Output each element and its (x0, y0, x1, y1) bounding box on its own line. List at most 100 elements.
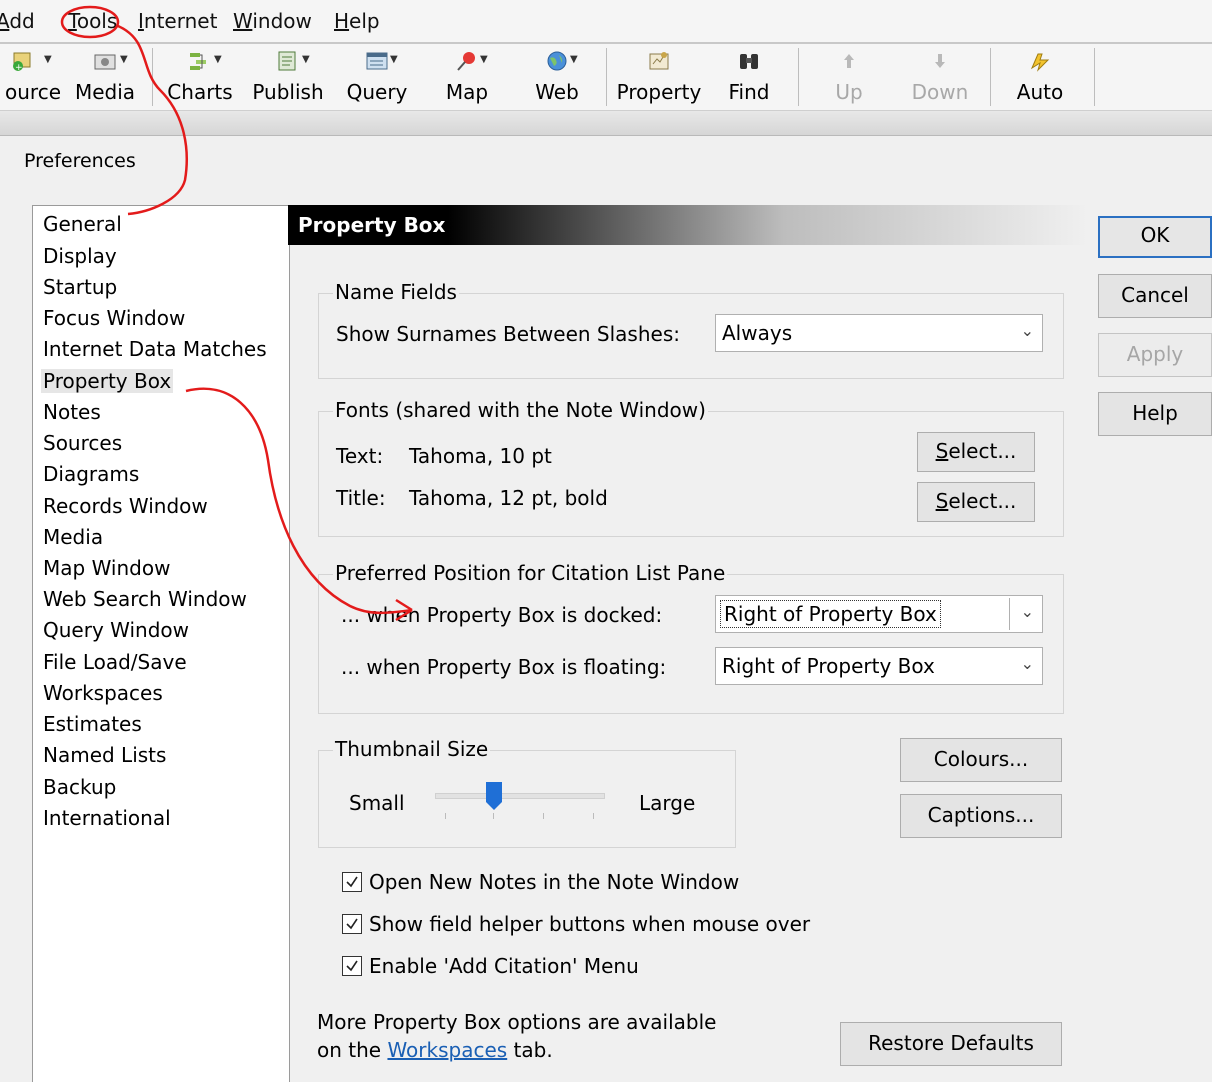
toolbar-media-button[interactable]: ▼ Media (72, 44, 138, 110)
slider-tick (445, 813, 446, 819)
source-icon: + (13, 52, 31, 72)
show-surnames-value: Always (722, 321, 793, 345)
nav-item-backup[interactable]: Backup (43, 775, 116, 799)
dialog-title: Preferences (24, 150, 136, 172)
menu-help-mnemonic: H (334, 9, 350, 33)
menu-window-label: indow (252, 9, 312, 33)
ok-button[interactable]: OK (1098, 216, 1212, 258)
query-icon (366, 52, 388, 70)
toolbar-map-button[interactable]: ▼ Map (432, 44, 502, 110)
menu-tools[interactable]: Tools (68, 9, 117, 33)
nav-item-media[interactable]: Media (43, 525, 103, 549)
menu-add-label: dd (9, 9, 35, 33)
toolbar-find-button[interactable]: Find (716, 44, 782, 110)
field-helper-checkbox[interactable] (342, 914, 362, 934)
toolbar-bottom-band (0, 110, 1212, 136)
toolbar-query-label: Query (346, 80, 408, 104)
auto-icon (1030, 53, 1050, 72)
toolbar-down-button[interactable]: Down (900, 44, 980, 110)
nav-item-web-search-window[interactable]: Web Search Window (43, 587, 247, 611)
slider-tick (493, 813, 494, 819)
docked-position-value: Right of Property Box (720, 600, 941, 628)
menu-bar: Add Tools Internet Window Help (0, 0, 1212, 44)
preferences-category-list[interactable]: General Display Startup Focus Window Int… (32, 205, 290, 1082)
toolbar-property-button[interactable]: Property (614, 44, 704, 110)
field-helper-checkbox-row[interactable]: Show field helper buttons when mouse ove… (342, 912, 842, 940)
name-fields-group: Name Fields Show Surnames Between Slashe… (318, 280, 1064, 379)
binoculars-icon (740, 54, 758, 69)
docked-position-select[interactable]: Right of Property Box ⌄ (715, 595, 1043, 633)
nav-item-workspaces[interactable]: Workspaces (43, 681, 163, 705)
nav-item-notes[interactable]: Notes (43, 400, 101, 424)
toolbar-auto-button[interactable]: Auto (1004, 44, 1076, 110)
toolbar-up-button[interactable]: Up (816, 44, 882, 110)
chevron-down-icon: ⌄ (1020, 602, 1034, 621)
menu-help[interactable]: Help (334, 9, 380, 33)
toolbar-separator (606, 48, 607, 106)
workspaces-link[interactable]: Workspaces (387, 1038, 507, 1062)
publish-icon (278, 51, 296, 71)
menu-internet[interactable]: Internet (138, 9, 217, 33)
toolbar-source-button[interactable]: + ▼ ource (0, 44, 66, 110)
menu-add-mnemonic: A (0, 9, 10, 33)
add-citation-checkbox-row[interactable]: Enable 'Add Citation' Menu (342, 954, 762, 982)
toolbar-separator (1094, 48, 1095, 106)
checkmark-icon (346, 918, 358, 930)
select-title-font-mnemonic: S (935, 489, 949, 513)
cancel-button[interactable]: Cancel (1098, 274, 1212, 318)
apply-button[interactable]: Apply (1098, 333, 1212, 377)
menu-tools-label: ools (76, 9, 118, 33)
fonts-group: Fonts (shared with the Note Window) Text… (318, 398, 1064, 537)
restore-defaults-button[interactable]: Restore Defaults (840, 1022, 1062, 1066)
toolbar-publish-label: Publish (252, 80, 324, 104)
nav-item-named-lists[interactable]: Named Lists (43, 743, 166, 767)
nav-item-file-load-save[interactable]: File Load/Save (43, 650, 187, 674)
toolbar-charts-label: Charts (167, 80, 233, 104)
thumbnail-size-slider[interactable] (435, 782, 605, 823)
nav-item-property-box[interactable]: Property Box (41, 369, 174, 393)
menu-window[interactable]: Window (233, 9, 312, 33)
select-title-font-button[interactable]: Select... (917, 482, 1035, 522)
nav-item-startup[interactable]: Startup (43, 275, 117, 299)
nav-item-sources[interactable]: Sources (43, 431, 122, 455)
nav-item-records-window[interactable]: Records Window (43, 494, 208, 518)
nav-item-query-window[interactable]: Query Window (43, 618, 189, 642)
toolbar-web-label: Web (535, 80, 579, 104)
captions-button[interactable]: Captions... (900, 794, 1062, 838)
toolbar-query-button[interactable]: ▼ Query (340, 44, 414, 110)
nav-item-display[interactable]: Display (43, 244, 117, 268)
slider-thumb[interactable] (485, 781, 503, 811)
toolbar-web-button[interactable]: ▼ Web (522, 44, 592, 110)
toolbar-media-label: Media (74, 80, 136, 104)
footer-info-prefix: on the (317, 1038, 388, 1062)
toolbar-property-label: Property (616, 80, 702, 104)
menu-add[interactable]: Add (0, 9, 35, 33)
show-surnames-label: Show Surnames Between Slashes: (336, 322, 680, 346)
nav-item-international[interactable]: International (43, 806, 171, 830)
nav-item-map-window[interactable]: Map Window (43, 556, 170, 580)
up-arrow-icon (844, 54, 854, 68)
nav-item-focus-window[interactable]: Focus Window (43, 306, 185, 330)
select-text-font-button[interactable]: Select... (917, 432, 1035, 472)
colours-button[interactable]: Colours... (900, 738, 1062, 782)
select-title-font-label: elect... (948, 489, 1017, 513)
nav-item-diagrams[interactable]: Diagrams (43, 462, 139, 486)
nav-item-internet-data-matches[interactable]: Internet Data Matches (43, 337, 267, 361)
toolbar-publish-button[interactable]: ▼ Publish (250, 44, 326, 110)
floating-label: ... when Property Box is floating: (341, 655, 667, 679)
nav-item-general[interactable]: General (43, 212, 122, 236)
nav-item-estimates[interactable]: Estimates (43, 712, 142, 736)
svg-text:+: + (15, 63, 23, 72)
toolbar-auto-label: Auto (1016, 80, 1064, 104)
toolbar-down-label: Down (911, 80, 969, 104)
toolbar: + ▼ ource ▼ Media ▼ Charts ▼ Publish ▼ Q… (0, 44, 1212, 110)
open-notes-checkbox-row[interactable]: Open New Notes in the Note Window (342, 870, 762, 898)
open-notes-checkbox[interactable] (342, 872, 362, 892)
help-button[interactable]: Help (1098, 392, 1212, 436)
toolbar-charts-button[interactable]: ▼ Charts (162, 44, 238, 110)
floating-position-select[interactable]: Right of Property Box ⌄ (715, 647, 1043, 685)
add-citation-checkbox[interactable] (342, 956, 362, 976)
slider-tick (543, 813, 544, 819)
chevron-down-icon: ▼ (214, 54, 222, 65)
show-surnames-select[interactable]: Always ⌄ (715, 314, 1043, 352)
